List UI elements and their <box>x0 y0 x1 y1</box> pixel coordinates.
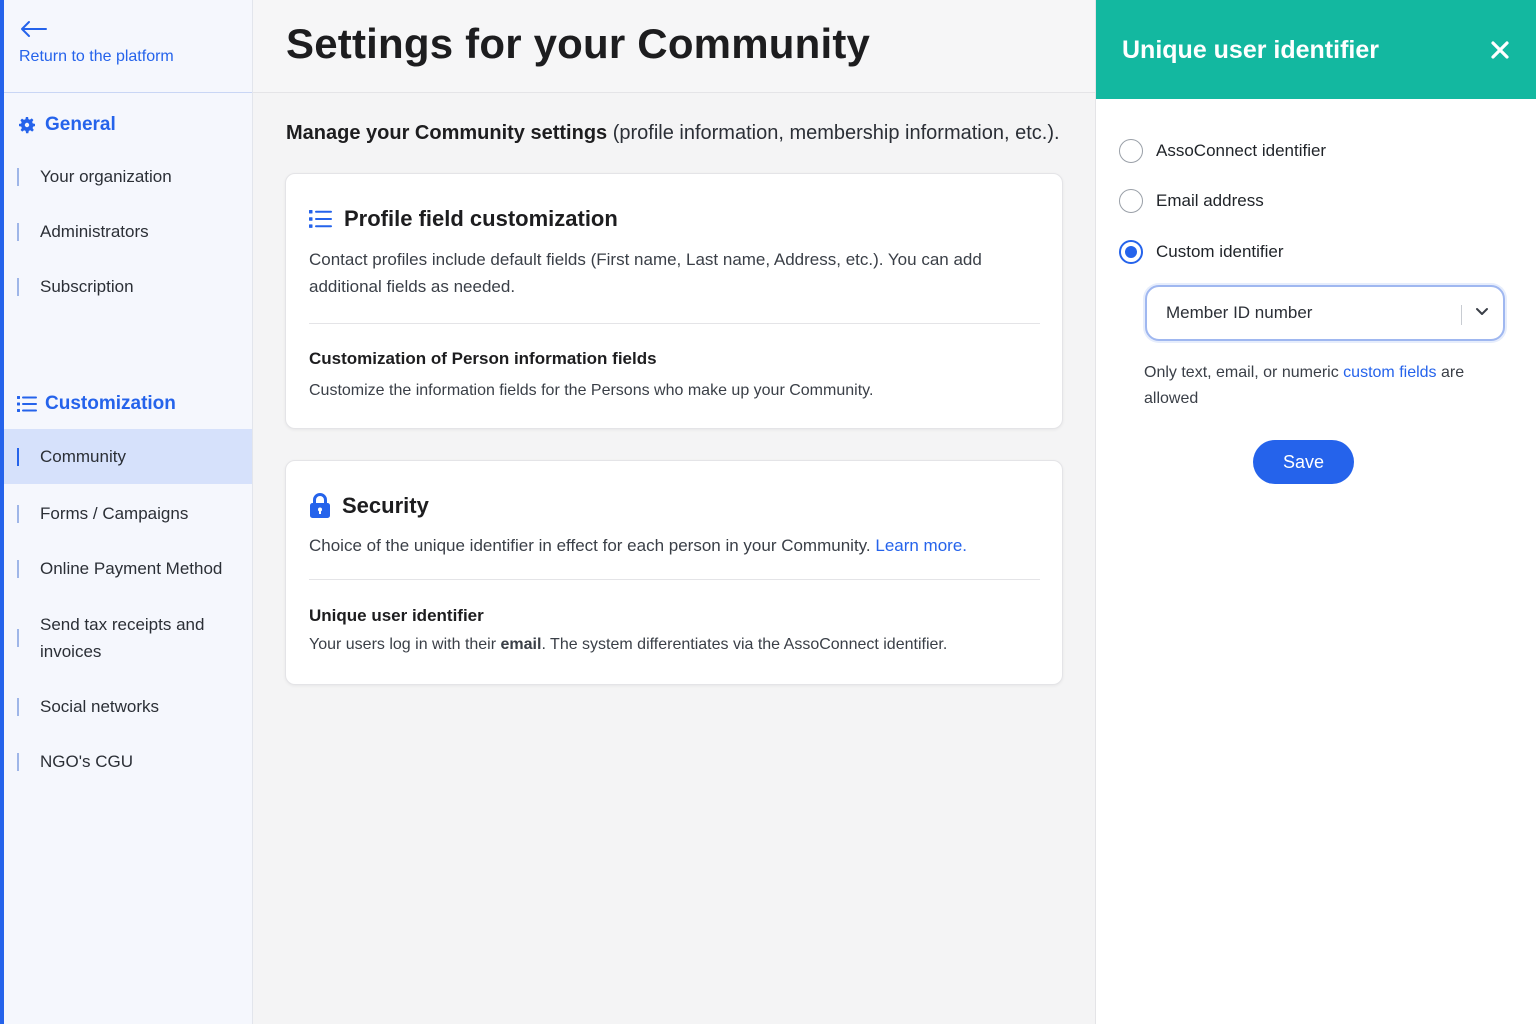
sidebar-item-label: Forms / Campaigns <box>40 504 189 523</box>
sidebar-item-social-networks[interactable]: Social networks <box>4 682 252 732</box>
divider <box>309 579 1040 580</box>
radio-label: AssoConnect identifier <box>1156 141 1327 160</box>
profile-field-card-title-text: Profile field customization <box>344 206 618 231</box>
sidebar-item-subscription[interactable]: Subscription <box>4 259 252 314</box>
radio-button[interactable] <box>1119 189 1143 213</box>
person-fields-description: Customize the information fields for the… <box>309 382 874 399</box>
main-content: Settings for your Community Manage your … <box>253 0 1095 1024</box>
section-general-label: General <box>45 114 116 135</box>
profile-field-card: Profile field customization Contact prof… <box>285 173 1063 429</box>
sidebar-item-label: Administrators <box>40 221 149 241</box>
page-header: Settings for your Community <box>253 0 1095 93</box>
learn-more-link[interactable]: Learn more. <box>875 536 967 555</box>
sidebar-item-community[interactable]: Community <box>4 429 252 484</box>
sidebar-item-send-tax-receipts[interactable]: Send tax receipts and invoices <box>4 594 252 682</box>
subtitle-bold: Manage your Community settings <box>286 122 608 144</box>
radio-email-address[interactable]: Email address <box>1119 189 1264 213</box>
select-value: Member ID number <box>1166 303 1313 322</box>
arrow-left-icon <box>21 21 47 37</box>
person-fields-link[interactable]: Customization of Person information fiel… <box>309 349 657 369</box>
page-subtitle: Manage your Community settings (profile … <box>286 122 1060 145</box>
radio-assoconnect-identifier[interactable]: AssoConnect identifier <box>1119 139 1326 163</box>
desc-pre: Your users log in with their <box>309 636 501 653</box>
custom-field-select[interactable]: Member ID number <box>1145 285 1505 341</box>
sidebar: Return to the platform General Your orga… <box>0 0 253 1024</box>
radio-label: Custom identifier <box>1156 242 1284 261</box>
sidebar-item-label: Online Payment Method <box>40 559 223 578</box>
sidebar-item-forms-campaigns[interactable]: Forms / Campaigns <box>4 484 252 544</box>
security-card-title: Security <box>309 493 429 519</box>
page-title: Settings for your Community <box>286 20 871 67</box>
unique-user-identifier-link[interactable]: Unique user identifier <box>309 606 484 626</box>
profile-field-card-description: Contact profiles include default fields … <box>309 250 982 296</box>
identifier-side-panel: Unique user identifier AssoConnect ident… <box>1095 0 1536 1024</box>
panel-header: Unique user identifier <box>1096 0 1536 99</box>
radio-label: Email address <box>1156 191 1264 210</box>
security-card-title-text: Security <box>342 493 429 518</box>
sidebar-item-label: NGO's CGU <box>40 752 133 771</box>
custom-fields-hint: Only text, email, or numeric custom fiel… <box>1144 360 1484 412</box>
desc-bold: email <box>500 636 542 653</box>
sidebar-item-online-payment-method[interactable]: Online Payment Method <box>4 544 252 594</box>
radio-custom-identifier[interactable]: Custom identifier <box>1119 240 1284 264</box>
custom-fields-link[interactable]: custom fields <box>1343 364 1436 381</box>
return-to-platform-link[interactable]: Return to the platform <box>4 0 252 93</box>
list-icon <box>17 394 37 414</box>
sidebar-item-ngo-cgu[interactable]: NGO's CGU <box>4 732 252 792</box>
sidebar-item-label: Subscription <box>40 276 134 296</box>
save-button[interactable]: Save <box>1253 440 1354 484</box>
subtitle-rest: (profile information, membership informa… <box>607 122 1060 144</box>
radio-button-checked[interactable] <box>1119 240 1143 264</box>
panel-title: Unique user identifier <box>1122 36 1379 64</box>
security-description-text: Choice of the unique identifier in effec… <box>309 536 871 555</box>
security-card: Security Choice of the unique identifier… <box>285 460 1063 685</box>
lock-icon <box>309 493 331 519</box>
sidebar-item-label: Social networks <box>40 697 160 716</box>
unique-user-identifier-description: Your users log in with their email. The … <box>309 636 1032 654</box>
list-icon <box>309 209 333 229</box>
hint-pre: Only text, email, or numeric <box>1144 364 1344 381</box>
sidebar-item-label: Send tax receipts and invoices <box>40 615 205 661</box>
profile-field-card-title: Profile field customization <box>309 206 618 232</box>
desc-post: . The system differentiates via the Asso… <box>541 636 948 653</box>
section-customization[interactable]: Customization <box>4 386 252 422</box>
sidebar-item-label: Your organization <box>40 166 172 186</box>
return-to-platform-label: Return to the platform <box>19 48 174 65</box>
divider <box>309 323 1040 324</box>
section-customization-label: Customization <box>45 393 176 414</box>
sidebar-item-your-organization[interactable]: Your organization <box>4 149 252 204</box>
section-general[interactable]: General <box>4 107 252 143</box>
sidebar-item-label: Community <box>40 446 126 466</box>
security-card-description: Choice of the unique identifier in effec… <box>309 532 1022 559</box>
close-icon <box>1491 41 1509 59</box>
gear-icon <box>17 115 37 135</box>
select-separator <box>1461 305 1462 325</box>
radio-button[interactable] <box>1119 139 1143 163</box>
close-button[interactable] <box>1490 40 1510 60</box>
sidebar-item-administrators[interactable]: Administrators <box>4 204 252 259</box>
chevron-down-icon <box>1476 308 1488 315</box>
